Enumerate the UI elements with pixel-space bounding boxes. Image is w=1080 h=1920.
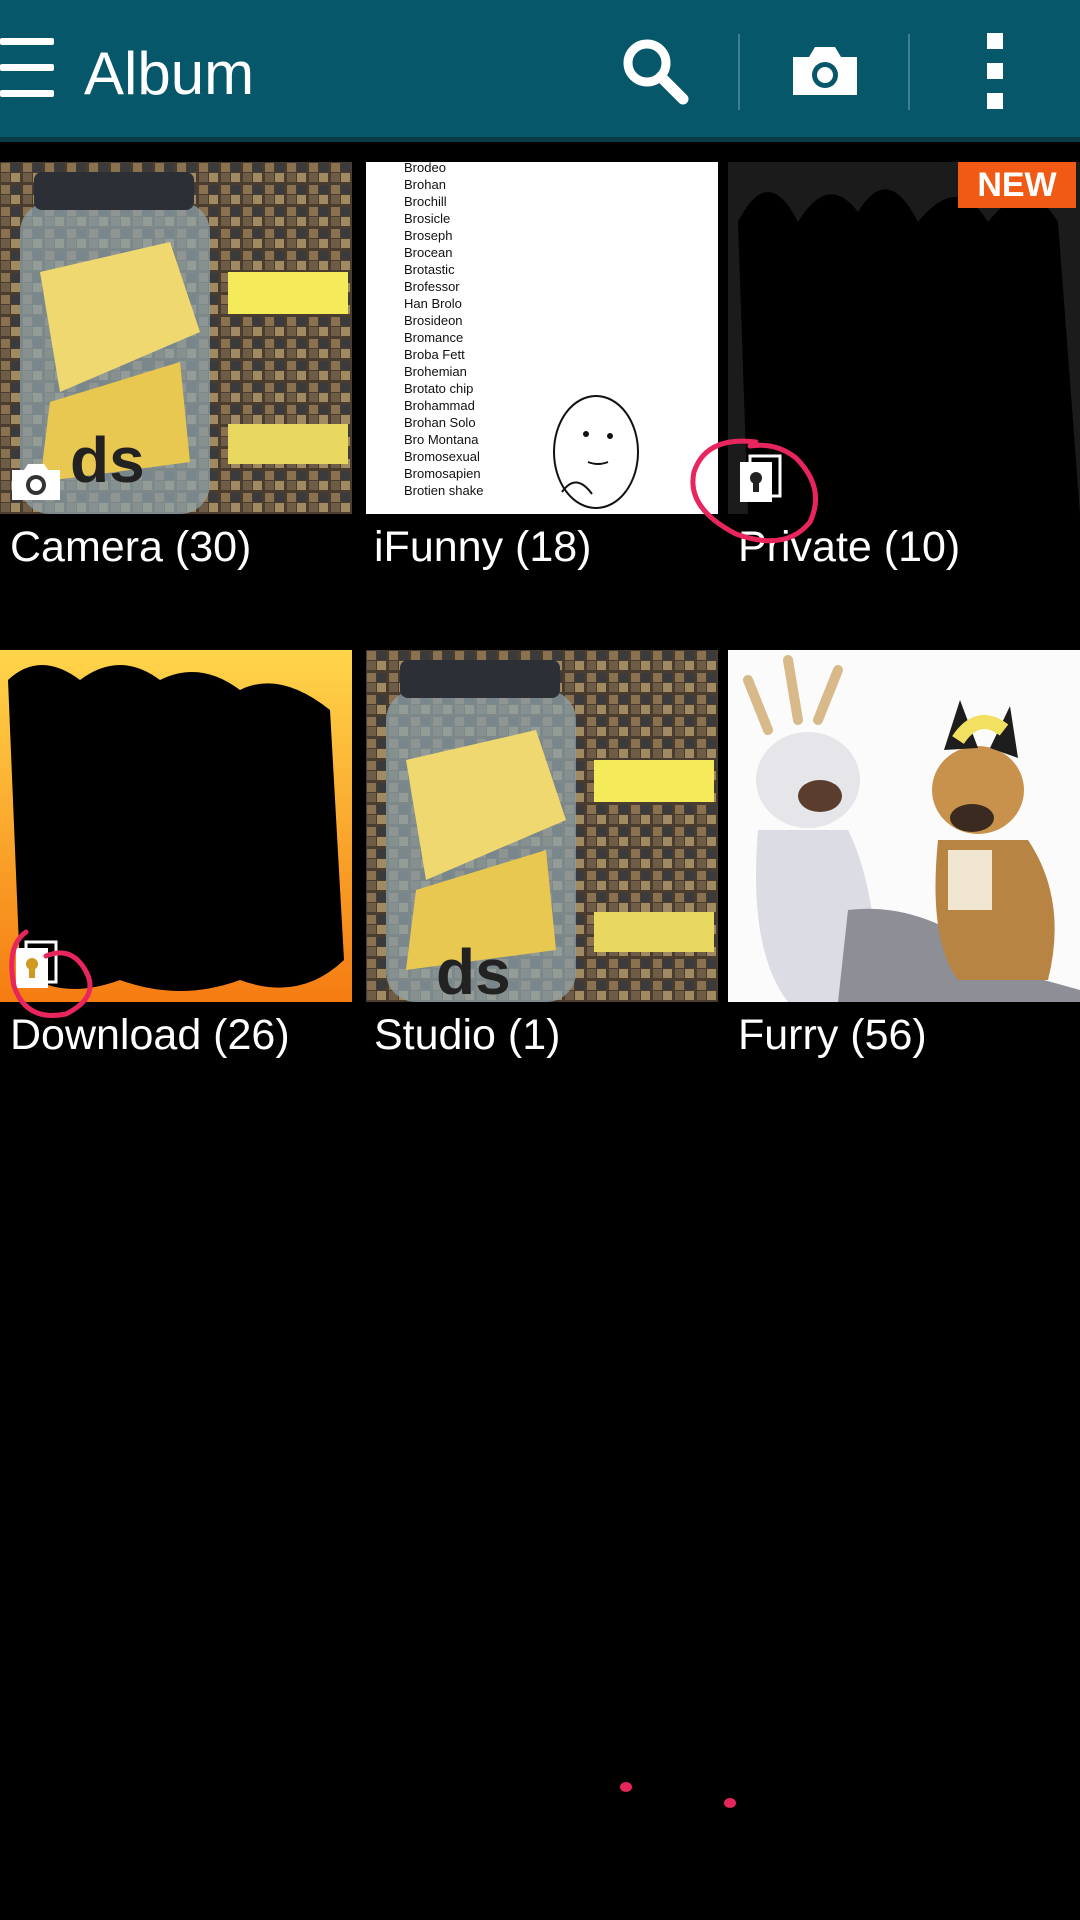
new-badge: NEW	[958, 162, 1076, 208]
search-icon	[623, 39, 689, 105]
annotation-circle	[9, 929, 93, 1018]
hamburger-icon[interactable]	[0, 38, 56, 100]
camera-icon	[793, 47, 857, 95]
album-thumb-ifunny[interactable]: Brodeo Brohan Brochill Brosicle Broseph Broce…	[366, 162, 718, 514]
meme-list-item: Bro Montana	[404, 432, 479, 447]
meme-list-item: Brotien shake	[404, 483, 484, 498]
meme-list-item: Brofessor	[404, 279, 460, 294]
meme-photo: Brodeo Brohan Brochill Brosicle Broseph Broce…	[404, 162, 639, 509]
camera-icon	[12, 464, 60, 500]
annotation-circle	[690, 438, 819, 544]
album-thumb-camera[interactable]: ds	[0, 162, 352, 514]
meme-list-item: Brotato chip	[404, 381, 473, 396]
search-button[interactable]	[600, 0, 710, 142]
album-label: Download (26)	[10, 1011, 290, 1059]
meme-list-item: Brohammad	[404, 398, 475, 413]
meme-list-item: Brotastic	[404, 262, 455, 277]
meme-list-item: Brosideon	[404, 313, 463, 328]
meme-list-item: Bromosapien	[404, 466, 481, 481]
action-divider	[908, 34, 910, 110]
meme-list-item: Brochill	[404, 194, 447, 209]
album-thumb-furry[interactable]	[728, 650, 1080, 1002]
album-label: Studio (1)	[374, 1011, 561, 1059]
action-divider	[738, 34, 740, 110]
album-label: Furry (56)	[738, 1011, 927, 1059]
meme-list-item: Han Brolo	[404, 296, 462, 311]
svg-text:ds: ds	[70, 424, 145, 496]
meme-list-item: Broba Fett	[404, 347, 465, 362]
meme-list-item: Brohan	[404, 177, 446, 192]
album-label: Camera (30)	[10, 523, 252, 571]
meme-list-item: Brohemian	[404, 364, 467, 379]
meme-list-item: Brohan Solo	[404, 415, 476, 430]
svg-text:ds: ds	[436, 936, 511, 1002]
illustration-photo	[728, 650, 1080, 1002]
meme-list-item: Brosicle	[404, 211, 450, 226]
meme-list-item: Bromosexual	[404, 449, 480, 464]
more-vert-icon	[987, 33, 1003, 109]
meme-list-item: Brocean	[404, 245, 452, 260]
jar-photo: ds	[366, 650, 718, 1002]
meme-list-item: Bromance	[404, 330, 463, 345]
album-label: iFunny (18)	[374, 523, 592, 571]
annotation-dot	[620, 1782, 632, 1792]
action-bar: Album	[0, 0, 1080, 142]
album-thumb-studio[interactable]: ds	[366, 650, 718, 1002]
meme-list-item: Broseph	[404, 228, 452, 243]
page-title: Album	[84, 40, 255, 107]
overflow-menu-button[interactable]	[940, 0, 1050, 142]
camera-button[interactable]	[770, 0, 880, 142]
annotation-dot	[724, 1798, 736, 1808]
meme-list-item: Brodeo	[404, 162, 446, 175]
